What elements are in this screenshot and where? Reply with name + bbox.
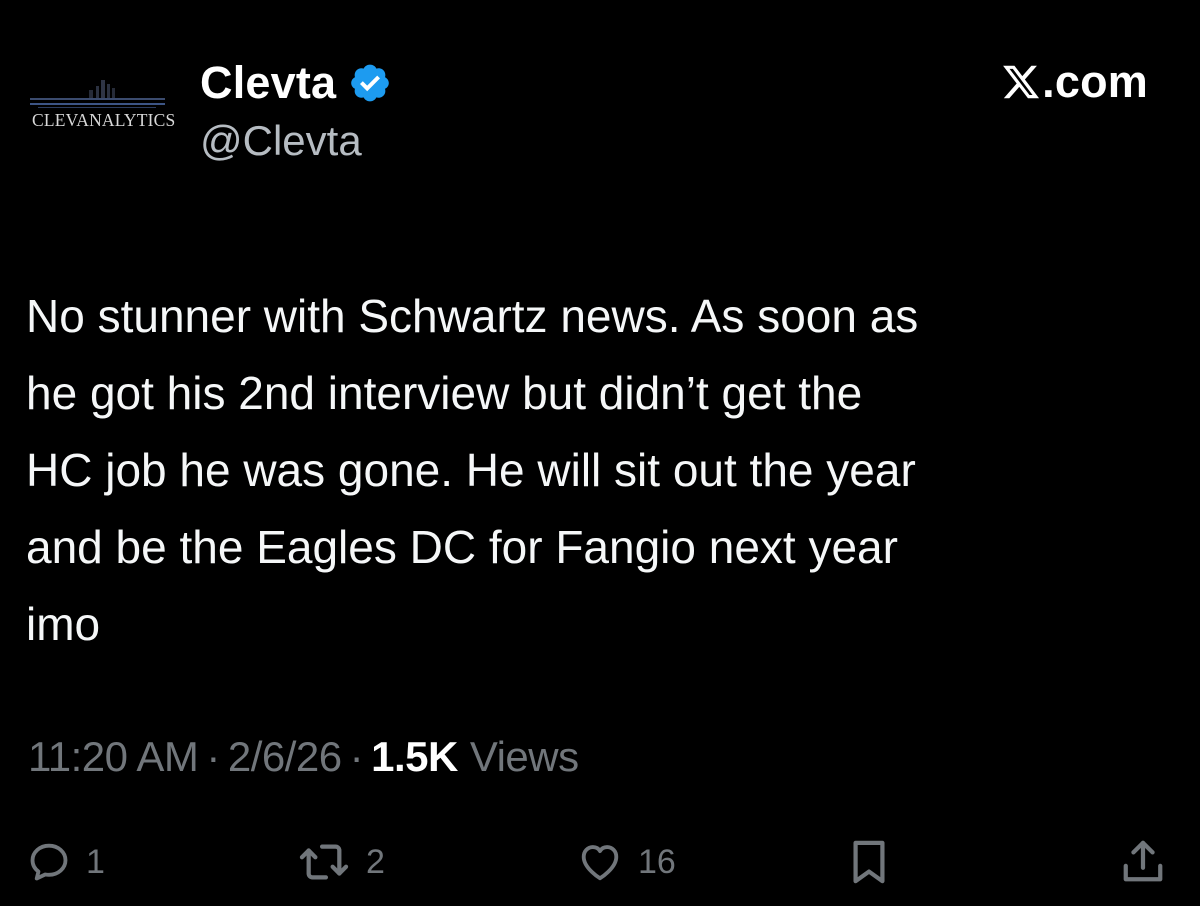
repost-button[interactable]: 2 [296,834,385,890]
views-count: 1.5K [371,733,458,780]
clevanalytics-logo-icon [30,80,165,108]
bookmark-icon [853,840,885,884]
display-name[interactable]: Clevta [200,57,336,109]
meta-separator: · [206,733,220,780]
share-icon [1123,840,1163,882]
bookmark-button[interactable] [846,834,892,890]
x-logo-icon [1003,65,1040,99]
author-handle[interactable]: @Clevta [200,117,362,165]
reply-icon [30,843,68,881]
x-com-brand: .com [1001,56,1148,108]
tweet-date[interactable]: 2/6/26 [228,733,342,781]
reply-count: 1 [86,842,105,881]
repost-icon [299,844,349,880]
tweet-time[interactable]: 11:20 AM [28,733,199,781]
views-label: Views [469,733,579,780]
share-button[interactable] [1120,834,1166,890]
like-button[interactable]: 16 [576,834,676,890]
tweet-meta: 11:20 AM · 2/6/26 · 1.5K Views [28,727,579,787]
reply-button[interactable]: 1 [26,834,105,890]
tweet-text: No stunner with Schwartz news. As soon a… [26,290,919,650]
avatar[interactable]: CLEVANALYTICS [18,64,178,146]
heart-icon [581,845,619,881]
meta-separator: · [349,733,364,780]
repost-count: 2 [366,842,385,881]
avatar-logo-text: CLEVANALYTICS [32,110,176,130]
like-count: 16 [638,842,676,881]
author-name-row: Clevta [200,53,392,113]
verified-badge-icon[interactable] [348,61,392,105]
brand-domain-text: .com [1042,56,1148,107]
